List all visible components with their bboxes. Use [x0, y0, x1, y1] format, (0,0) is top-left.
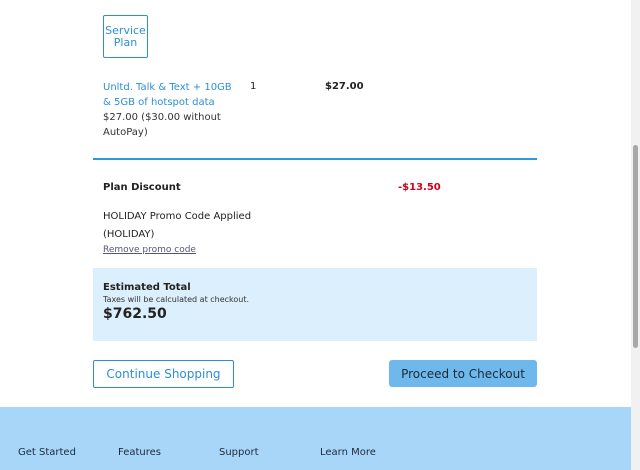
plan-discount-amount: -$13.50	[398, 182, 441, 193]
cart-item-description: Unltd. Talk & Text + 10GB & 5GB of hotsp…	[103, 80, 238, 140]
service-plan-icon: Service Plan	[103, 15, 148, 58]
cart-page: Service Plan Unltd. Talk & Text + 10GB &…	[0, 0, 640, 470]
cart-item-quantity: 1	[250, 81, 257, 92]
cart-item-name-link[interactable]: Unltd. Talk & Text + 10GB & 5GB of hotsp…	[103, 80, 238, 110]
footer-link-get-started[interactable]: Get Started	[18, 447, 76, 458]
tax-note: Taxes will be calculated at checkout.	[103, 295, 250, 304]
estimated-total-label: Estimated Total	[103, 282, 191, 293]
section-divider	[93, 158, 537, 160]
estimated-total-amount: $762.50	[103, 306, 167, 322]
estimated-total-panel: Estimated Total Taxes will be calculated…	[93, 268, 537, 341]
page-scrollbar[interactable]	[631, 0, 640, 470]
footer-link-support[interactable]: Support	[219, 447, 259, 458]
promo-code-applied-text: HOLIDAY Promo Code Applied (HOLIDAY)	[103, 211, 252, 240]
cart-item-price-note: $27.00 ($30.00 without AutoPay)	[103, 112, 221, 138]
service-plan-icon-line1: Service	[105, 23, 146, 37]
cart-item-price: $27.00	[325, 81, 364, 92]
footer-link-features[interactable]: Features	[118, 447, 161, 458]
remove-promo-code-link[interactable]: Remove promo code	[103, 245, 196, 255]
footer-link-learn-more[interactable]: Learn More	[320, 447, 376, 458]
service-plan-icon-line2: Plan	[113, 35, 138, 49]
scrollbar-thumb[interactable]	[633, 145, 638, 348]
plan-discount-label: Plan Discount	[103, 182, 181, 193]
continue-shopping-button[interactable]: Continue Shopping	[93, 360, 234, 388]
site-footer: Get Started Features Support Learn More	[0, 407, 631, 470]
proceed-to-checkout-button[interactable]: Proceed to Checkout	[389, 360, 537, 387]
